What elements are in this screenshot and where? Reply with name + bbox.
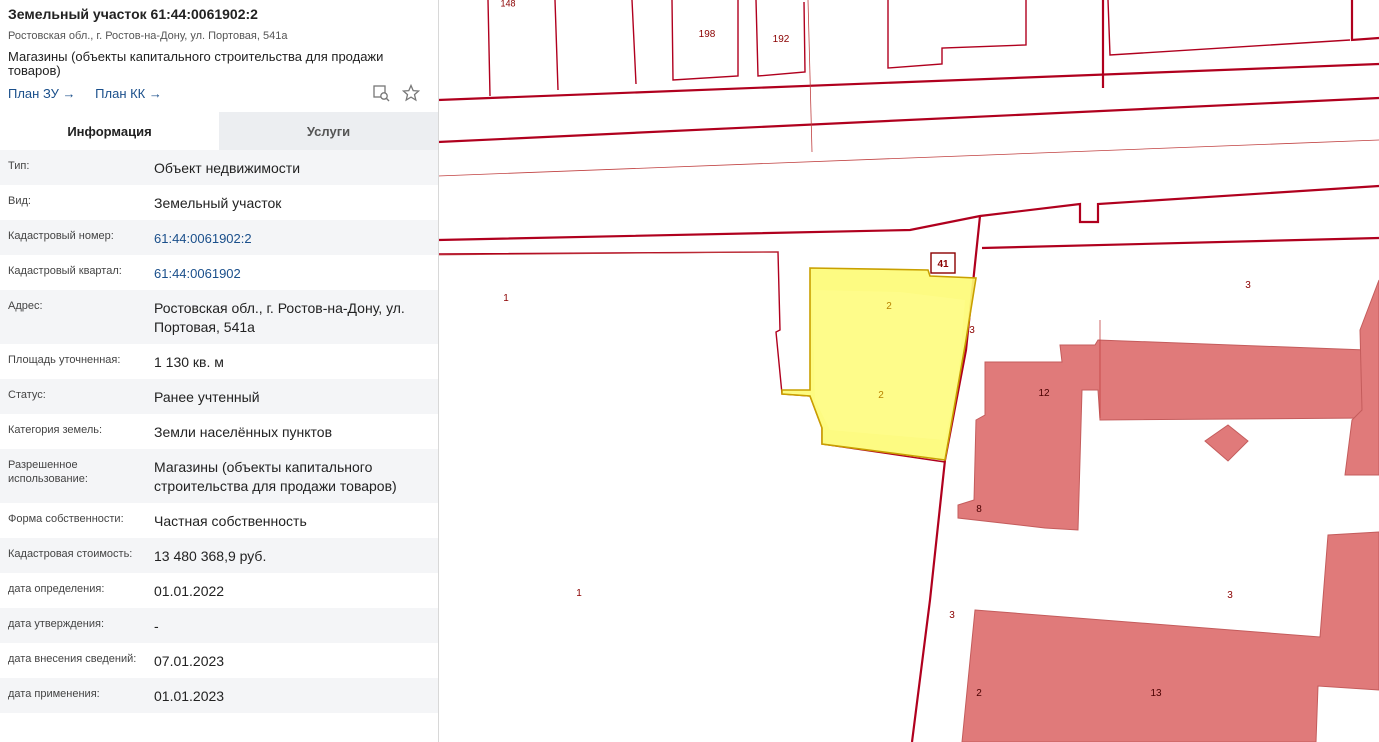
lot-label: 1 bbox=[503, 293, 509, 304]
row-value: Объект недвижимости bbox=[154, 160, 301, 176]
row-value: - bbox=[154, 618, 159, 634]
row-label: дата применения: bbox=[8, 688, 100, 700]
row-value: 1 130 кв. м bbox=[154, 354, 224, 370]
cadastral-quarter-link[interactable]: 61:44:0061902 bbox=[154, 264, 430, 290]
cadastral-map[interactable]: 148 198 192 41 1 1 2 2 3 3 3 3 12 13 8 2 bbox=[438, 0, 1379, 742]
row-label: Кадастровая стоимость: bbox=[8, 548, 133, 560]
search-in-area-icon[interactable] bbox=[372, 84, 390, 102]
tab-bar: Информация Услуги bbox=[0, 112, 438, 150]
lot-label: 41 bbox=[937, 259, 949, 270]
row-value: 01.01.2023 bbox=[154, 688, 225, 704]
plan-kk-link[interactable]: План КК → bbox=[95, 86, 162, 101]
tab-information[interactable]: Информация bbox=[0, 112, 219, 150]
map-canvas[interactable]: 148 198 192 41 1 1 2 2 3 3 3 3 12 13 8 2 bbox=[438, 0, 1379, 742]
lot-label: 2 bbox=[878, 390, 884, 401]
row-label: Статус: bbox=[8, 389, 46, 401]
row-label: Кадастровый номер: bbox=[8, 230, 114, 242]
page-title: Земельный участок 61:44:0061902:2 bbox=[8, 6, 258, 22]
header-actions bbox=[372, 83, 421, 102]
row-value: Земли населённых пунктов bbox=[154, 424, 333, 440]
building-label: 12 bbox=[1038, 388, 1050, 399]
object-address: Ростовская обл., г. Ростов-на-Дону, ул. … bbox=[8, 30, 288, 42]
row-value: Магазины (объекты капитального строитель… bbox=[154, 459, 397, 494]
selected-parcel-highlight bbox=[812, 290, 965, 440]
info-panel: Земельный участок 61:44:0061902:2 Ростов… bbox=[0, 0, 439, 742]
row-value: Земельный участок bbox=[154, 195, 282, 211]
star-icon[interactable] bbox=[401, 83, 421, 102]
row-value: Частная собственность bbox=[154, 513, 307, 529]
row-label: Кадастровый квартал: bbox=[8, 265, 122, 277]
row-label: Форма собственности: bbox=[8, 513, 124, 525]
lot-label: 148 bbox=[500, 0, 515, 8]
table-row: Кадастровая стоимость: 13 480 368,9 руб. bbox=[0, 538, 438, 573]
row-label: Площадь уточненная: bbox=[8, 354, 121, 366]
table-row: Категория земель: Земли населённых пункто… bbox=[0, 414, 438, 449]
table-row: Адрес: Ростовская обл., г. Ростов-на-Дону… bbox=[0, 290, 438, 344]
lot-label: 3 bbox=[949, 610, 955, 621]
lot-label: 3 bbox=[1227, 590, 1233, 601]
table-row: дата применения: 01.01.2023 bbox=[0, 678, 438, 713]
table-row: дата утверждения: - bbox=[0, 608, 438, 643]
table-row: Форма собственности: Частная собственност… bbox=[0, 503, 438, 538]
row-label: дата внесения сведений: bbox=[8, 653, 137, 665]
table-row: Статус: Ранее учтенный bbox=[0, 379, 438, 414]
plan-zu-link[interactable]: План ЗУ → bbox=[8, 86, 76, 101]
row-label: Разрешенное использование: bbox=[8, 459, 88, 485]
table-row: Кадастровый номер: 61:44:0061902:2 bbox=[0, 220, 438, 255]
row-label: Вид: bbox=[8, 195, 31, 207]
row-label: дата определения: bbox=[8, 583, 105, 595]
row-value: 01.01.2022 bbox=[154, 583, 225, 599]
cadastral-number-link[interactable]: 61:44:0061902:2 bbox=[154, 229, 430, 255]
object-purpose: Магазины (объекты капитального строитель… bbox=[8, 49, 384, 78]
table-row: Тип: Объект недвижимости bbox=[0, 150, 438, 185]
info-table: Тип: Объект недвижимости Вид: Земельный уч… bbox=[0, 150, 438, 713]
row-label: Тип: bbox=[8, 160, 30, 172]
table-row: Разрешенное использование: Магазины (объе… bbox=[0, 449, 438, 503]
row-label: Адрес: bbox=[8, 300, 43, 312]
table-row: Кадастровый квартал: 61:44:0061902 bbox=[0, 255, 438, 290]
table-row: Вид: Земельный участок bbox=[0, 185, 438, 220]
plan-links: План ЗУ → План КК → bbox=[8, 86, 178, 101]
row-label: Категория земель: bbox=[8, 424, 103, 436]
lot-label: 3 bbox=[969, 325, 975, 336]
row-label: дата утверждения: bbox=[8, 618, 105, 630]
row-value: 07.01.2023 bbox=[154, 653, 225, 669]
lot-label: 1 bbox=[576, 588, 582, 599]
lot-label: 2 bbox=[886, 301, 892, 312]
row-value: Ростовская обл., г. Ростов-на-Дону, ул. … bbox=[154, 300, 405, 335]
tab-services[interactable]: Услуги bbox=[219, 112, 438, 150]
lot-label: 198 bbox=[699, 29, 716, 40]
row-value: 13 480 368,9 руб. bbox=[154, 548, 267, 564]
building-label: 8 bbox=[976, 504, 982, 515]
lot-label: 192 bbox=[773, 34, 790, 45]
table-row: дата внесения сведений: 07.01.2023 bbox=[0, 643, 438, 678]
row-value: Ранее учтенный bbox=[154, 389, 260, 405]
building-label: 2 bbox=[976, 688, 982, 699]
lot-label: 3 bbox=[1245, 280, 1251, 291]
building-label: 13 bbox=[1150, 688, 1162, 699]
table-row: дата определения: 01.01.2022 bbox=[0, 573, 438, 608]
table-row: Площадь уточненная: 1 130 кв. м bbox=[0, 344, 438, 379]
